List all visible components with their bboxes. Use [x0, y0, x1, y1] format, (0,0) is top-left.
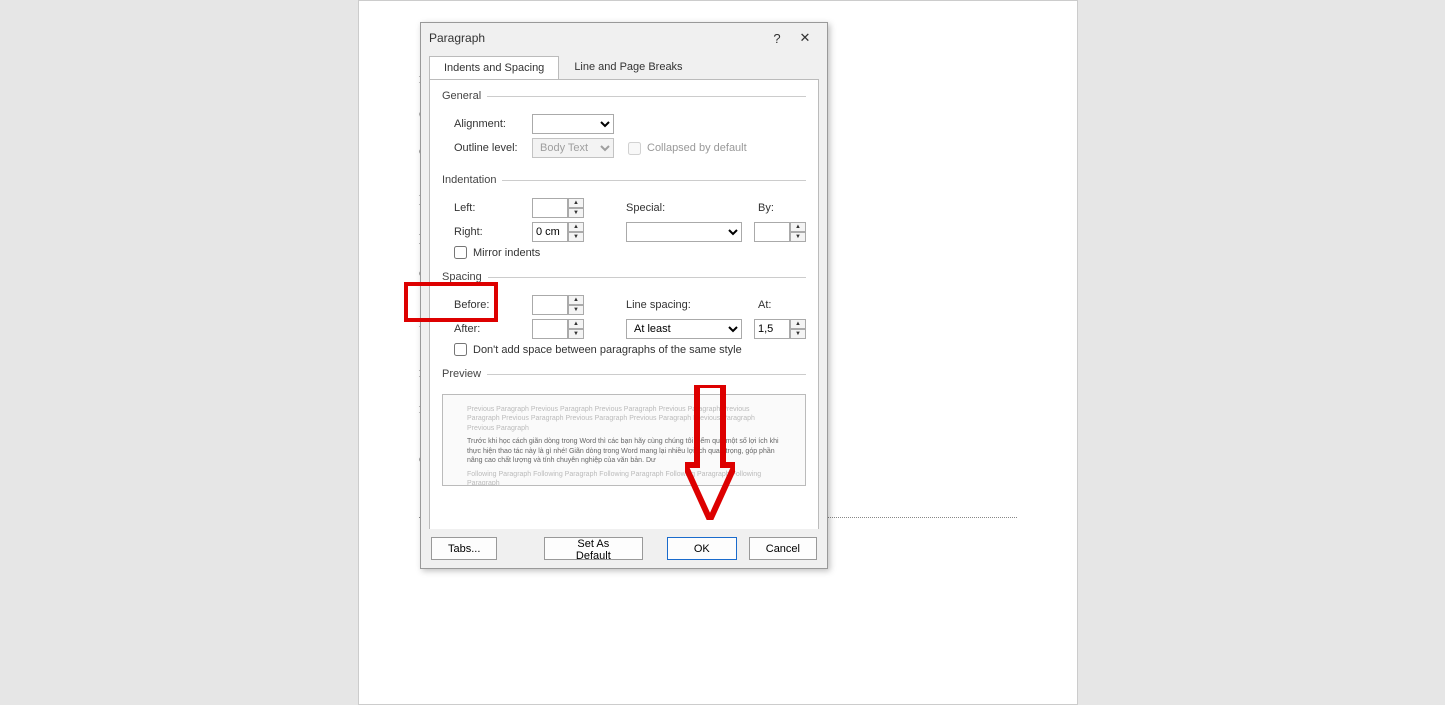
alignment-label: Alignment: — [454, 118, 532, 130]
tab-panel: General Alignment: Outline level: Body T… — [429, 79, 819, 541]
at-spinner[interactable]: ▲▼ — [754, 319, 806, 339]
by-spinner[interactable]: ▲▼ — [754, 222, 806, 242]
spin-down-icon[interactable]: ▼ — [568, 305, 584, 315]
spin-down-icon[interactable]: ▼ — [790, 232, 806, 242]
preview-next-text: Following Paragraph Following Paragraph … — [467, 470, 781, 486]
spin-up-icon[interactable]: ▲ — [790, 222, 806, 232]
dialog-button-row: Tabs... Set As Default OK Cancel — [421, 529, 827, 568]
spacing-group: Spacing Before: ▲▼ Line spacing: At: Aft… — [442, 271, 806, 362]
spin-down-icon[interactable]: ▼ — [790, 329, 806, 339]
mirror-indents-checkbox[interactable] — [454, 246, 467, 259]
by-input[interactable] — [754, 222, 790, 242]
dialog-title: Paragraph — [429, 31, 763, 45]
tab-indents-spacing[interactable]: Indents and Spacing — [429, 56, 559, 80]
spin-up-icon[interactable]: ▲ — [568, 198, 584, 208]
dialog-titlebar: Paragraph ? ✕ — [421, 23, 827, 53]
line-spacing-label: Line spacing: — [626, 299, 706, 311]
preview-group: Preview Previous Paragraph Previous Para… — [442, 368, 806, 492]
preview-box: Previous Paragraph Previous Paragraph Pr… — [442, 394, 806, 486]
tab-label: Line and Page Breaks — [574, 61, 682, 73]
spin-up-icon[interactable]: ▲ — [568, 295, 584, 305]
paragraph-dialog: Paragraph ? ✕ Indents and Spacing Line a… — [420, 22, 828, 569]
spin-up-icon[interactable]: ▲ — [568, 319, 584, 329]
dont-add-space-wrap[interactable]: Don't add space between paragraphs of th… — [454, 343, 806, 356]
set-as-default-button[interactable]: Set As Default — [544, 537, 643, 560]
left-indent-label: Left: — [454, 202, 532, 214]
after-label: After: — [454, 323, 532, 335]
left-indent-input[interactable] — [532, 198, 568, 218]
after-input[interactable] — [532, 319, 568, 339]
left-indent-spinner[interactable]: ▲▼ — [532, 198, 584, 218]
close-icon[interactable]: ✕ — [791, 26, 819, 50]
spin-down-icon[interactable]: ▼ — [568, 329, 584, 339]
collapsed-checkbox — [628, 142, 641, 155]
outline-level-select: Body Text — [532, 138, 614, 158]
mirror-indents-wrap[interactable]: Mirror indents — [454, 246, 806, 259]
right-indent-input[interactable] — [532, 222, 568, 242]
indentation-group: Indentation Left: ▲▼ Special: By: Right:… — [442, 174, 806, 265]
preview-legend: Preview — [442, 368, 487, 380]
special-label: Special: — [626, 202, 698, 214]
after-spinner[interactable]: ▲▼ — [532, 319, 584, 339]
help-icon[interactable]: ? — [763, 26, 791, 50]
spin-up-icon[interactable]: ▲ — [790, 319, 806, 329]
preview-sample-text: Trước khi học cách giãn dòng trong Word … — [467, 437, 781, 465]
collapsed-label: Collapsed by default — [647, 142, 747, 154]
alignment-select[interactable] — [532, 114, 614, 134]
general-group: General Alignment: Outline level: Body T… — [442, 90, 806, 168]
tab-line-page-breaks[interactable]: Line and Page Breaks — [559, 55, 697, 79]
by-label: By: — [758, 202, 786, 214]
before-label: Before: — [454, 299, 532, 311]
spacing-legend: Spacing — [442, 271, 488, 283]
dialog-tabs: Indents and Spacing Line and Page Breaks — [429, 55, 819, 79]
special-select[interactable] — [626, 222, 742, 242]
spin-down-icon[interactable]: ▼ — [568, 208, 584, 218]
indentation-legend: Indentation — [442, 174, 502, 186]
general-legend: General — [442, 90, 487, 102]
right-indent-label: Right: — [454, 226, 532, 238]
at-label: At: — [758, 299, 786, 311]
right-indent-spinner[interactable]: ▲▼ — [532, 222, 584, 242]
dont-add-space-checkbox[interactable] — [454, 343, 467, 356]
collapsed-checkbox-wrap: Collapsed by default — [628, 142, 747, 155]
tabs-button[interactable]: Tabs... — [431, 537, 497, 560]
preview-prev-text: Previous Paragraph Previous Paragraph Pr… — [467, 405, 781, 433]
outline-label: Outline level: — [454, 142, 532, 154]
mirror-indents-label: Mirror indents — [473, 247, 540, 259]
cancel-button[interactable]: Cancel — [749, 537, 817, 560]
tab-label: Indents and Spacing — [444, 62, 544, 74]
spin-up-icon[interactable]: ▲ — [568, 222, 584, 232]
dont-add-space-label: Don't add space between paragraphs of th… — [473, 344, 742, 356]
before-spinner[interactable]: ▲▼ — [532, 295, 584, 315]
ok-button[interactable]: OK — [667, 537, 737, 560]
spin-down-icon[interactable]: ▼ — [568, 232, 584, 242]
line-spacing-select[interactable]: At least — [626, 319, 742, 339]
at-input[interactable] — [754, 319, 790, 339]
before-input[interactable] — [532, 295, 568, 315]
